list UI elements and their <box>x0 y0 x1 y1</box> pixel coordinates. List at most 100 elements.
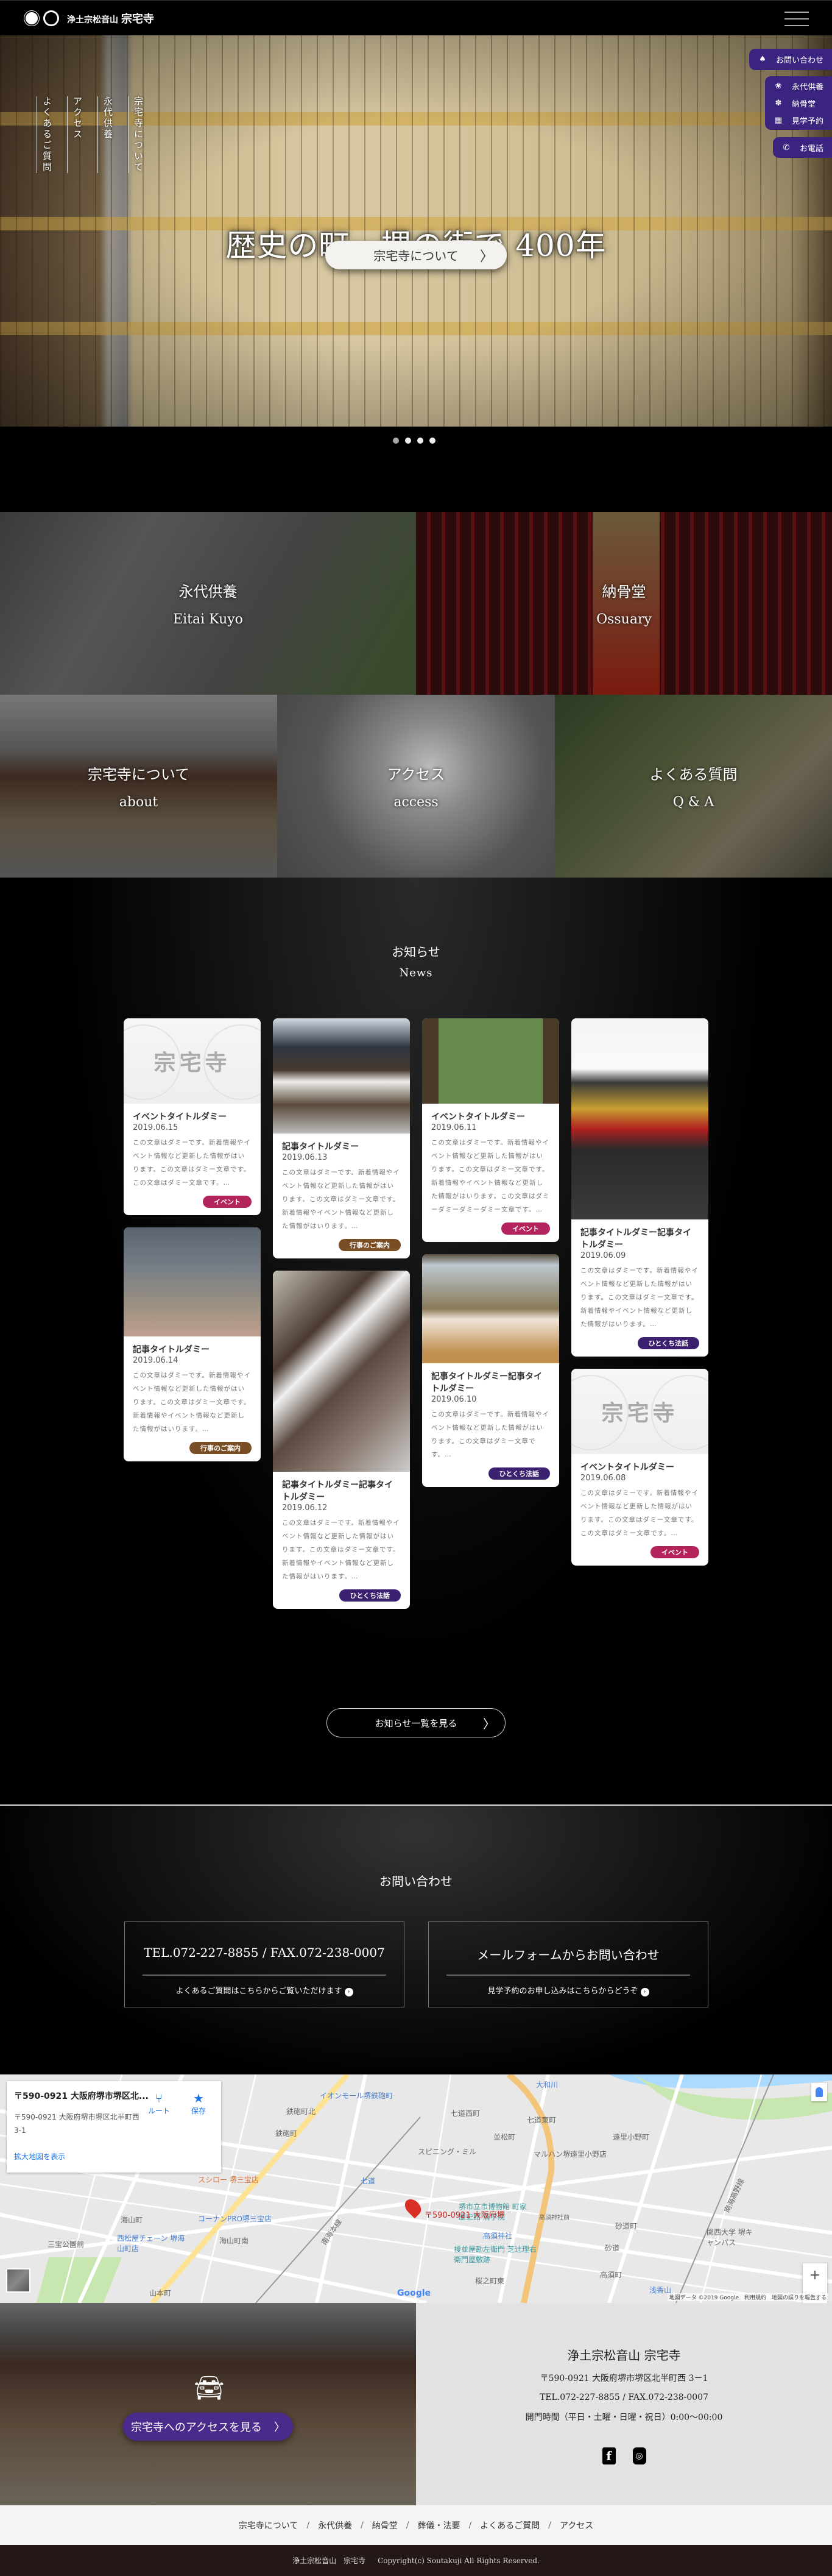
faq-link[interactable]: よくあるご質問はこちらからご覧いただけます <box>175 1987 342 1996</box>
phone-contact-box[interactable]: TEL.072-227-8855 / FAX.072-238-0007 よくある… <box>124 1921 404 2007</box>
news-column: 宗宅寺 イベントタイトルダミー 2019.06.15 この文章はダミーです。新着情報や… <box>124 1018 261 1461</box>
footer-nav: 宗宅寺について / 永代供養 / 納骨堂 / 葬儀・法要 / よくあるご質問 / アクセス <box>0 2505 832 2545</box>
map-attribution[interactable]: 地図データ ©2019 Google 利用規約 地図の誤りを報告する <box>667 2293 828 2301</box>
tile-subtitle: Ossuary <box>596 612 652 627</box>
news-card-tag[interactable]: 行事のご案内 <box>339 1239 401 1251</box>
news-card-tag[interactable]: ひとくち法話 <box>339 1589 401 1602</box>
news-card-tag[interactable]: イベント <box>650 1546 699 1558</box>
footer-link-eitai[interactable]: 永代供養 <box>318 2519 352 2532</box>
copyright-org: 浄土宗松音山 宗宅寺 <box>292 2556 366 2565</box>
news-list-label: お知らせ一覧を見る <box>375 1717 457 1729</box>
tile-ossuary[interactable]: 納骨堂 Ossuary <box>416 512 832 695</box>
satellite-toggle[interactable] <box>6 2268 30 2293</box>
news-card[interactable]: 記事タイトルダミー 2019.06.14 この文章はダミーです。新着情報やイベント情… <box>124 1227 261 1461</box>
street-view-icon[interactable] <box>811 2083 827 2101</box>
google-map[interactable]: イオンモール堺鉄砲町 鉄砲町北 鉄砲町 スシロー 堺三宝店 コーナンPRO堺三宝… <box>0 2074 832 2303</box>
tile-title: 宗宅寺について <box>87 766 190 783</box>
footer-link-faq[interactable]: よくあるご質問 <box>480 2519 540 2532</box>
news-card[interactable]: 記事タイトルダミー記事タイトルダミー 2019.06.10 この文章はダミーです。新… <box>422 1254 559 1487</box>
slider-dots <box>393 438 435 444</box>
news-card-tag[interactable]: 行事のご案内 <box>189 1442 252 1454</box>
map-label: 三宝公園前 <box>48 2240 85 2249</box>
site-logo[interactable]: 浄土宗松音山 宗宅寺 <box>24 10 154 26</box>
map-label: 大和川 <box>536 2081 559 2089</box>
news-card-tag[interactable]: ひとくち法話 <box>488 1467 550 1480</box>
slider-dot[interactable] <box>417 438 423 444</box>
route-button[interactable]: ⑂ ルート <box>148 2091 170 2116</box>
map-label: 西松屋チェーン 堺海山町店 <box>117 2234 185 2253</box>
vnav-access[interactable]: アクセス <box>67 96 84 173</box>
side-phone-button[interactable]: ✆ お電話 <box>772 137 832 158</box>
tile-access[interactable]: アクセス access <box>277 695 555 878</box>
news-card-tag[interactable]: イベント <box>203 1196 252 1208</box>
vnav-faq[interactable]: よくあるご質問 <box>37 96 54 173</box>
news-card-image <box>422 1018 559 1104</box>
side-item-label: 永代供養 <box>791 82 823 92</box>
news-card[interactable]: 宗宅寺 イベントタイトルダミー 2019.06.08 この文章はダミーです。新着情報や… <box>571 1369 708 1566</box>
access-button[interactable]: 宗宅寺へのアクセスを見る〉 <box>123 2413 293 2441</box>
hero-about-button[interactable]: 宗宅寺について 〉 <box>325 241 507 269</box>
slider-dot[interactable] <box>429 438 435 444</box>
slider-dot[interactable] <box>393 438 399 444</box>
news-card-image <box>571 1018 708 1219</box>
slider-dot[interactable] <box>405 438 411 444</box>
vnav-about[interactable]: 宗宅寺について <box>128 96 145 173</box>
side-item-ossuary[interactable]: ✽ 納骨堂 <box>774 94 823 112</box>
mail-contact-box[interactable]: メールフォームからお問い合わせ 見学予約のお申し込みはこちらからどうぞ › <box>428 1921 708 2007</box>
hero-button-label: 宗宅寺について <box>373 249 459 263</box>
news-column: イベントタイトルダミー 2019.06.11 この文章はダミーです。新着情報やイベン… <box>422 1018 559 1487</box>
news-card[interactable]: 記事タイトルダミー 2019.06.13 この文章はダミーです。新着情報やイベント情… <box>273 1018 410 1258</box>
news-list-button[interactable]: お知らせ一覧を見る 〉 <box>326 1708 506 1737</box>
news-card-excerpt: この文章はダミーです。新着情報やイベント情報など更新した情報がはいります。この文… <box>282 1519 400 1580</box>
map-label: 海山町南 <box>219 2237 249 2245</box>
footer-link-access[interactable]: アクセス <box>560 2519 593 2532</box>
side-contact-button[interactable]: ♠ お問い合わせ <box>749 49 832 70</box>
map-label: 榎並屋勘左衛門 芝辻理右衛門屋敷跡 <box>454 2245 537 2264</box>
map-label: コーナンPRO堺三宝店 <box>198 2215 272 2223</box>
facebook-icon[interactable]: f <box>602 2447 616 2464</box>
reservation-link[interactable]: 見学予約のお申し込みはこちらからどうぞ <box>487 1987 638 1996</box>
hamburger-menu-icon[interactable] <box>784 12 809 26</box>
save-button[interactable]: ★ 保存 <box>191 2091 206 2116</box>
vnav-eitai[interactable]: 永代供養 <box>97 96 115 173</box>
side-item-eitai[interactable]: ❀ 永代供養 <box>774 77 823 94</box>
news-card[interactable]: イベントタイトルダミー 2019.06.11 この文章はダミーです。新着情報やイベン… <box>422 1018 559 1242</box>
side-menu-group: ❀ 永代供養 ✽ 納骨堂 ▦ 見学予約 <box>764 76 832 130</box>
footer-link-funeral[interactable]: 葬儀・法要 <box>418 2519 460 2532</box>
tile-eitai-kuyo[interactable]: 永代供養 Eitai Kuyo <box>0 512 416 695</box>
news-card[interactable]: 記事タイトルダミー記事タイトルダミー 2019.06.09 この文章はダミーです。新… <box>571 1018 708 1357</box>
calendar-icon: ▦ <box>774 115 783 125</box>
directions-icon: ⑂ <box>155 2091 163 2106</box>
footer-link-ossuary[interactable]: 納骨堂 <box>372 2519 398 2532</box>
news-card-body: イベントタイトルダミー 2019.06.15 この文章はダミーです。新着情報やイベン… <box>124 1104 261 1215</box>
ginkgo-icon: ♠ <box>759 54 766 64</box>
tile-title: よくある質問 <box>649 766 738 783</box>
zoom-in-button[interactable]: + <box>803 2263 827 2288</box>
news-card-title: イベントタイトルダミー <box>133 1112 227 1122</box>
news-card-body: 記事タイトルダミー記事タイトルダミー 2019.06.10 この文章はダミーです。新… <box>422 1363 559 1487</box>
tile-title: 納骨堂 <box>602 583 646 600</box>
instagram-icon[interactable]: ◎ <box>632 2447 646 2464</box>
footer-link-about[interactable]: 宗宅寺について <box>239 2519 298 2532</box>
map-label: 鉄砲町北 <box>286 2107 316 2116</box>
tile-title: アクセス <box>387 766 445 783</box>
tile-about[interactable]: 宗宅寺について about <box>0 695 277 878</box>
map-label: スシロー 堺三宝店 <box>198 2176 259 2184</box>
phone-icon: ✆ <box>783 143 790 152</box>
side-item-reservation[interactable]: ▦ 見学予約 <box>774 112 823 129</box>
map-label: イオンモール堺鉄砲町 <box>320 2092 393 2100</box>
news-card-body: 記事タイトルダミー記事タイトルダミー 2019.06.09 この文章はダミーです。新… <box>571 1219 708 1357</box>
news-card-tag[interactable]: ひとくち法話 <box>637 1337 699 1349</box>
car-icon: 🚘︎ <box>194 2374 225 2402</box>
news-card-tag[interactable]: イベント <box>501 1222 550 1235</box>
footer-address: 〒590-0921 大阪府堺市堺区北半町西 3－1 <box>540 2374 708 2383</box>
tile-faq[interactable]: よくある質問 Q & A <box>555 695 832 878</box>
map-label: 並松町 <box>493 2133 516 2141</box>
news-card-body: 記事タイトルダミー 2019.06.13 この文章はダミーです。新着情報やイベント情… <box>273 1134 410 1258</box>
larger-map-link[interactable]: 拡大地図を表示 <box>14 2151 65 2162</box>
access-button-label: 宗宅寺へのアクセスを見る <box>130 2421 263 2434</box>
google-logo: Google <box>397 2288 431 2298</box>
news-card[interactable]: 宗宅寺 イベントタイトルダミー 2019.06.15 この文章はダミーです。新着情報や… <box>124 1018 261 1215</box>
news-card-excerpt: この文章はダミーです。新着情報やイベント情報など更新した情報がはいります。この文… <box>580 1267 699 1328</box>
news-card[interactable]: 記事タイトルダミー記事タイトルダミー 2019.06.12 この文章はダミーです。新… <box>273 1271 410 1609</box>
